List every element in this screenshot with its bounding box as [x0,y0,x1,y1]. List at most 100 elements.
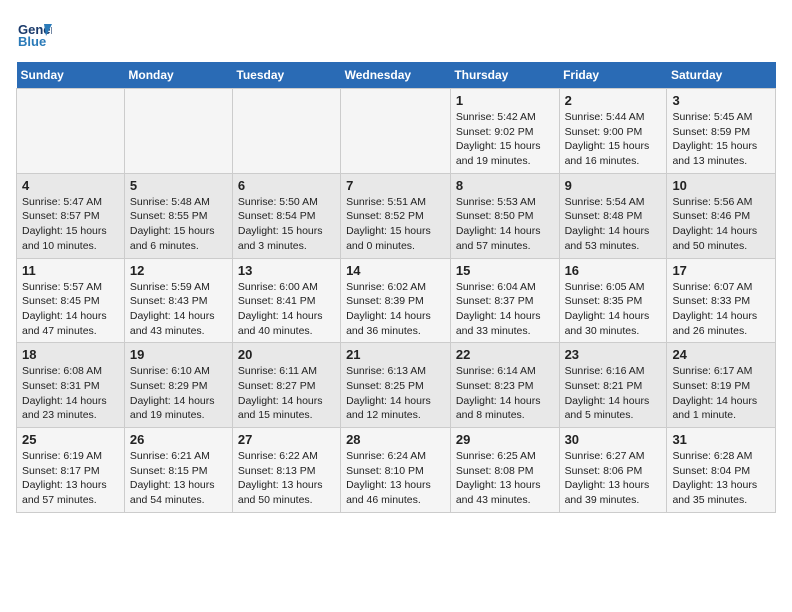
day-info: Sunrise: 5:44 AM Sunset: 9:00 PM Dayligh… [565,110,662,169]
day-info: Sunrise: 5:56 AM Sunset: 8:46 PM Dayligh… [672,195,770,254]
column-header-monday: Monday [124,62,232,89]
day-number: 30 [565,432,662,447]
day-info: Sunrise: 6:24 AM Sunset: 8:10 PM Dayligh… [346,449,445,508]
day-number: 16 [565,263,662,278]
column-header-wednesday: Wednesday [341,62,451,89]
calendar-cell [17,89,125,174]
day-number: 26 [130,432,227,447]
day-info: Sunrise: 6:19 AM Sunset: 8:17 PM Dayligh… [22,449,119,508]
day-number: 14 [346,263,445,278]
day-info: Sunrise: 6:13 AM Sunset: 8:25 PM Dayligh… [346,364,445,423]
day-number: 31 [672,432,770,447]
calendar-cell: 11 Sunrise: 5:57 AM Sunset: 8:45 PM Dayli… [17,258,125,343]
day-number: 12 [130,263,227,278]
day-info: Sunrise: 5:50 AM Sunset: 8:54 PM Dayligh… [238,195,335,254]
day-info: Sunrise: 6:28 AM Sunset: 8:04 PM Dayligh… [672,449,770,508]
day-number: 10 [672,178,770,193]
day-number: 15 [456,263,554,278]
calendar-cell: 2 Sunrise: 5:44 AM Sunset: 9:00 PM Daylig… [559,89,667,174]
calendar-cell: 21Sunrise: 6:13 AM Sunset: 8:25 PM Dayli… [341,343,451,428]
calendar-cell [124,89,232,174]
calendar-week-row: 18 Sunrise: 6:08 AM Sunset: 8:31 PM Dayli… [17,343,776,428]
day-info: Sunrise: 6:21 AM Sunset: 8:15 PM Dayligh… [130,449,227,508]
calendar-cell: 12 Sunrise: 5:59 AM Sunset: 8:43 PM Dayli… [124,258,232,343]
calendar-header-row: SundayMondayTuesdayWednesdayThursdayFrid… [17,62,776,89]
calendar-cell: 24 Sunrise: 6:17 AM Sunset: 8:19 PM Dayli… [667,343,776,428]
day-number: 1 [456,93,554,108]
calendar-table: SundayMondayTuesdayWednesdayThursdayFrid… [16,62,776,513]
calendar-cell: 6Sunrise: 5:50 AM Sunset: 8:54 PM Daylig… [232,173,340,258]
calendar-cell: 30 Sunrise: 6:27 AM Sunset: 8:06 PM Dayli… [559,428,667,513]
calendar-cell: 14 Sunrise: 6:02 AM Sunset: 8:39 PM Dayli… [341,258,451,343]
day-info: Sunrise: 6:04 AM Sunset: 8:37 PM Dayligh… [456,280,554,339]
column-header-thursday: Thursday [450,62,559,89]
calendar-cell: 17 Sunrise: 6:07 AM Sunset: 8:33 PM Dayli… [667,258,776,343]
day-info: Sunrise: 6:14 AM Sunset: 8:23 PM Dayligh… [456,364,554,423]
day-number: 8 [456,178,554,193]
calendar-cell: 28 Sunrise: 6:24 AM Sunset: 8:10 PM Dayli… [341,428,451,513]
day-info: Sunrise: 6:08 AM Sunset: 8:31 PM Dayligh… [22,364,119,423]
day-info: Sunrise: 6:16 AM Sunset: 8:21 PM Dayligh… [565,364,662,423]
day-info: Sunrise: 5:57 AM Sunset: 8:45 PM Dayligh… [22,280,119,339]
day-info: Sunrise: 6:02 AM Sunset: 8:39 PM Dayligh… [346,280,445,339]
day-number: 7 [346,178,445,193]
day-info: Sunrise: 5:45 AM Sunset: 8:59 PM Dayligh… [672,110,770,169]
day-info: Sunrise: 6:25 AM Sunset: 8:08 PM Dayligh… [456,449,554,508]
calendar-cell: 10 Sunrise: 5:56 AM Sunset: 8:46 PM Dayli… [667,173,776,258]
calendar-cell: 19 Sunrise: 6:10 AM Sunset: 8:29 PM Dayli… [124,343,232,428]
calendar-cell: 26 Sunrise: 6:21 AM Sunset: 8:15 PM Dayli… [124,428,232,513]
calendar-cell: 13Sunrise: 6:00 AM Sunset: 8:41 PM Dayli… [232,258,340,343]
column-header-sunday: Sunday [17,62,125,89]
day-number: 24 [672,347,770,362]
day-number: 19 [130,347,227,362]
day-number: 2 [565,93,662,108]
day-info: Sunrise: 5:59 AM Sunset: 8:43 PM Dayligh… [130,280,227,339]
day-info: Sunrise: 5:42 AM Sunset: 9:02 PM Dayligh… [456,110,554,169]
day-info: Sunrise: 6:00 AM Sunset: 8:41 PM Dayligh… [238,280,335,339]
day-number: 28 [346,432,445,447]
day-info: Sunrise: 6:17 AM Sunset: 8:19 PM Dayligh… [672,364,770,423]
day-number: 29 [456,432,554,447]
day-number: 25 [22,432,119,447]
calendar-week-row: 4 Sunrise: 5:47 AM Sunset: 8:57 PM Daylig… [17,173,776,258]
calendar-cell: 27Sunrise: 6:22 AM Sunset: 8:13 PM Dayli… [232,428,340,513]
calendar-cell: 22 Sunrise: 6:14 AM Sunset: 8:23 PM Dayli… [450,343,559,428]
calendar-cell: 8 Sunrise: 5:53 AM Sunset: 8:50 PM Daylig… [450,173,559,258]
day-number: 17 [672,263,770,278]
calendar-cell: 3 Sunrise: 5:45 AM Sunset: 8:59 PM Daylig… [667,89,776,174]
day-number: 18 [22,347,119,362]
day-number: 9 [565,178,662,193]
calendar-cell: 20 Sunrise: 6:11 AM Sunset: 8:27 PM Dayli… [232,343,340,428]
day-number: 20 [238,347,335,362]
day-info: Sunrise: 5:53 AM Sunset: 8:50 PM Dayligh… [456,195,554,254]
column-header-tuesday: Tuesday [232,62,340,89]
day-number: 23 [565,347,662,362]
calendar-cell: 15 Sunrise: 6:04 AM Sunset: 8:37 PM Dayli… [450,258,559,343]
day-info: Sunrise: 6:11 AM Sunset: 8:27 PM Dayligh… [238,364,335,423]
day-number: 11 [22,263,119,278]
day-info: Sunrise: 6:27 AM Sunset: 8:06 PM Dayligh… [565,449,662,508]
day-number: 4 [22,178,119,193]
calendar-cell: 18 Sunrise: 6:08 AM Sunset: 8:31 PM Dayli… [17,343,125,428]
day-info: Sunrise: 6:07 AM Sunset: 8:33 PM Dayligh… [672,280,770,339]
calendar-cell [341,89,451,174]
calendar-week-row: 11 Sunrise: 5:57 AM Sunset: 8:45 PM Dayli… [17,258,776,343]
column-header-friday: Friday [559,62,667,89]
day-info: Sunrise: 5:47 AM Sunset: 8:57 PM Dayligh… [22,195,119,254]
day-number: 27 [238,432,335,447]
day-number: 22 [456,347,554,362]
calendar-cell: 23 Sunrise: 6:16 AM Sunset: 8:21 PM Dayli… [559,343,667,428]
column-header-saturday: Saturday [667,62,776,89]
calendar-cell: 29 Sunrise: 6:25 AM Sunset: 8:08 PM Dayli… [450,428,559,513]
day-info: Sunrise: 5:51 AM Sunset: 8:52 PM Dayligh… [346,195,445,254]
calendar-week-row: 25 Sunrise: 6:19 AM Sunset: 8:17 PM Dayli… [17,428,776,513]
day-info: Sunrise: 6:10 AM Sunset: 8:29 PM Dayligh… [130,364,227,423]
calendar-cell: 16 Sunrise: 6:05 AM Sunset: 8:35 PM Dayli… [559,258,667,343]
calendar-cell: 31 Sunrise: 6:28 AM Sunset: 8:04 PM Dayli… [667,428,776,513]
day-info: Sunrise: 6:05 AM Sunset: 8:35 PM Dayligh… [565,280,662,339]
page-header: General Blue [16,16,776,52]
logo: General Blue [16,16,56,52]
calendar-week-row: 1 Sunrise: 5:42 AM Sunset: 9:02 PM Daylig… [17,89,776,174]
calendar-cell: 5Sunrise: 5:48 AM Sunset: 8:55 PM Daylig… [124,173,232,258]
day-number: 3 [672,93,770,108]
